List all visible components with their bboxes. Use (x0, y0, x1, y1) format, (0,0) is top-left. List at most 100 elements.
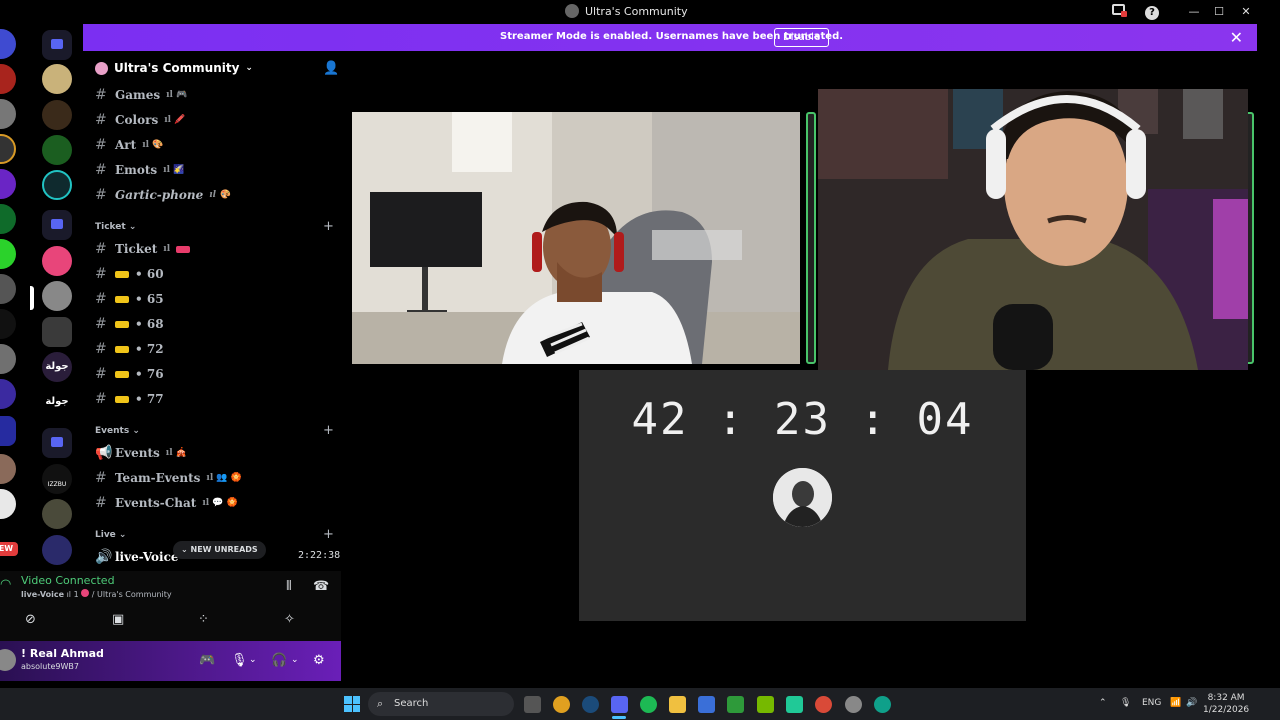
inbox-icon[interactable] (1110, 4, 1127, 20)
microphone-icon[interactable]: 🎙 (231, 653, 248, 668)
store-icon[interactable] (698, 696, 715, 713)
chevron-down-icon[interactable]: ⌄ (291, 655, 299, 665)
add-channel-icon[interactable]: + (323, 423, 334, 438)
channel-ticket-76[interactable]: # • 76 (95, 366, 164, 382)
category-ticket[interactable]: Ticket ⌄ (95, 222, 136, 232)
file-explorer-icon[interactable] (669, 696, 686, 713)
add-member-icon[interactable]: 👤 (323, 61, 339, 76)
chrome-icon[interactable] (553, 696, 570, 713)
channel-ticket-60[interactable]: # • 60 (95, 266, 164, 282)
taskbar-clock[interactable]: 8:32 AM 1/22/2026 (1203, 692, 1249, 716)
server-icon[interactable] (0, 204, 16, 234)
maximize-icon[interactable]: ☐ (1211, 4, 1227, 20)
category-live[interactable]: Live ⌄ (95, 530, 126, 540)
server-icon[interactable] (42, 64, 72, 94)
headphones-icon[interactable]: 🎧 (271, 653, 287, 668)
microphone-icon[interactable]: 🎙 (1120, 698, 1131, 708)
activities-icon[interactable]: ⁘ (198, 612, 209, 627)
channel-ticket-68[interactable]: # • 68 (95, 316, 164, 332)
close-window-icon[interactable]: ✕ (1238, 4, 1254, 20)
channel-art[interactable]: # Art ıl 🎨 (95, 137, 163, 153)
xbox-icon[interactable] (727, 696, 744, 713)
server-icon[interactable] (0, 489, 16, 519)
guild-header[interactable]: Ultra's Community ⌄ (95, 61, 253, 75)
server-icon[interactable]: جولة (42, 387, 72, 417)
server-icon[interactable] (0, 454, 16, 484)
channel-ticket-72[interactable]: # • 72 (95, 341, 164, 357)
add-channel-icon[interactable]: + (323, 219, 334, 234)
server-icon[interactable] (0, 344, 16, 374)
server-icon[interactable] (0, 309, 16, 339)
server-icon[interactable] (0, 29, 16, 59)
chevron-up-icon[interactable]: ⌃ (1099, 698, 1107, 708)
screen-share-icon[interactable]: ▣ (112, 612, 124, 627)
channel-games[interactable]: # Games ıl 🎮 (95, 87, 187, 103)
minimize-icon[interactable]: — (1186, 4, 1202, 20)
channel-events[interactable]: 📢 Events ıl 🎪 (95, 445, 187, 461)
server-icon[interactable] (42, 317, 72, 347)
gear-icon[interactable]: ⚙ (313, 653, 325, 668)
spotify-icon[interactable] (640, 696, 657, 713)
server-icon[interactable] (0, 239, 16, 269)
video-tile-participant-2[interactable] (818, 89, 1248, 370)
server-icon[interactable] (0, 274, 16, 304)
channel-events-chat[interactable]: # Events-Chat ıl 💬 🏵️ (95, 495, 238, 511)
server-icon[interactable] (42, 535, 72, 565)
server-icon[interactable] (0, 64, 16, 94)
server-icon[interactable]: جولة (42, 352, 72, 382)
wifi-icon[interactable]: 📶 (1170, 698, 1181, 708)
taskbar-search[interactable]: ⌕ Search (368, 692, 514, 716)
settings-icon[interactable] (845, 696, 862, 713)
start-icon[interactable] (344, 696, 360, 712)
channel-ticket-77[interactable]: # • 77 (95, 391, 164, 407)
app-icon[interactable] (786, 696, 803, 713)
username[interactable]: ! Real Ahmad (21, 647, 104, 660)
soundboard-icon[interactable]: ✧ (284, 612, 295, 627)
channel-live-voice[interactable]: 🔊 live-Voice (95, 549, 179, 565)
folder-icon[interactable] (42, 428, 72, 458)
server-icon[interactable] (0, 169, 16, 199)
voice-activity-tile[interactable]: 42 : 23 : 04 (579, 370, 1026, 621)
server-icon[interactable] (42, 135, 72, 165)
close-banner-icon[interactable]: ✕ (1230, 28, 1243, 47)
gamepad-icon[interactable]: 🎮 (199, 653, 215, 668)
avatar[interactable] (0, 649, 16, 671)
add-channel-icon[interactable]: + (323, 527, 334, 542)
disconnect-icon[interactable]: ☎ (313, 579, 329, 594)
language-indicator[interactable]: ENG (1142, 698, 1161, 708)
help-icon[interactable]: ? (1144, 4, 1160, 20)
new-unreads-pill[interactable]: ⌄ NEW UNREADS (173, 541, 266, 559)
server-icon[interactable] (0, 134, 16, 164)
server-icon[interactable] (42, 170, 72, 200)
volume-icon[interactable]: 🔊 (1186, 698, 1197, 708)
server-icon[interactable] (42, 499, 72, 529)
camera-off-icon[interactable]: ⊘ (25, 612, 36, 627)
verified-server-icon[interactable] (42, 246, 72, 276)
server-icon[interactable]: IZZBU (42, 464, 72, 494)
server-icon[interactable] (42, 281, 72, 311)
server-icon[interactable] (0, 99, 16, 129)
server-icon[interactable] (0, 379, 16, 409)
discord-icon[interactable] (611, 696, 628, 713)
category-events[interactable]: Events ⌄ (95, 426, 140, 436)
folder-icon[interactable] (42, 30, 72, 60)
chevron-down-icon[interactable]: ⌄ (249, 655, 257, 665)
noise-suppression-icon[interactable]: ⦀ (286, 579, 292, 594)
steam-icon[interactable] (582, 696, 599, 713)
nvidia-icon[interactable] (757, 696, 774, 713)
edge-icon[interactable] (874, 696, 891, 713)
voice-channel-info[interactable]: live-Voice ıl 1 / Ultra's Community (21, 589, 172, 599)
video-tile-participant-1[interactable] (352, 112, 800, 364)
folder-icon[interactable] (42, 210, 72, 240)
channel-ticket-65[interactable]: # • 65 (95, 291, 164, 307)
camera-app-icon[interactable] (524, 696, 541, 713)
channel-ticket[interactable]: # Ticket ıl (95, 241, 191, 257)
channel-gartic-phone[interactable]: # Gartic-phone ıl 🎨 (95, 187, 230, 203)
chrome-icon[interactable] (815, 696, 832, 713)
folder-icon[interactable] (0, 416, 16, 446)
disable-streamer-mode-button[interactable]: Disable (774, 28, 830, 47)
server-icon[interactable] (42, 100, 72, 130)
channel-colors[interactable]: # Colors ıl 🖍️ (95, 112, 185, 128)
channel-emots[interactable]: # Emots ıl 🌠 (95, 162, 184, 178)
channel-team-events[interactable]: # Team-Events ıl 👥 🏵️ (95, 470, 242, 486)
